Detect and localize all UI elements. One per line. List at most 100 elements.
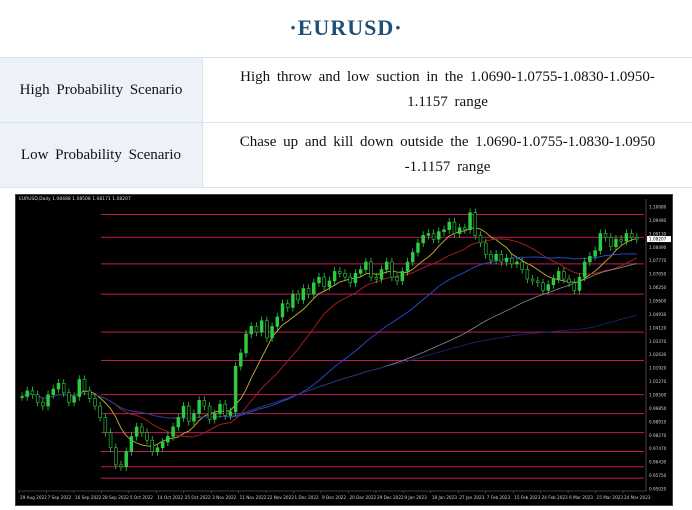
candle-body <box>598 233 603 251</box>
y-tick-label: 1.09130 <box>649 231 667 236</box>
candle-body <box>259 320 264 333</box>
candle-body <box>609 237 613 248</box>
y-tick-label: 0.98910 <box>649 419 667 424</box>
candle-body <box>577 276 582 291</box>
candle-body <box>233 365 238 413</box>
candle-body <box>562 271 566 280</box>
candle-body <box>301 288 306 301</box>
candle-body <box>431 233 436 240</box>
candle-body <box>61 383 66 394</box>
scenario-table: High Probability Scenario High throw and… <box>0 57 692 188</box>
table-row: Low Probability Scenario Chase up and ki… <box>0 122 692 188</box>
chart-symbol-header: EURUSD,Daily 1.08488 1.08508 1.08171 1.0… <box>19 197 131 202</box>
candle-body <box>494 254 498 261</box>
candle-body <box>285 303 290 308</box>
x-tick-label: 15 Mar 2023 <box>597 495 624 500</box>
candle-body <box>473 212 478 236</box>
candle-body <box>103 417 108 433</box>
candle-body <box>400 271 405 282</box>
x-tick-label: 27 Jan 2023 <box>459 495 484 500</box>
candle-body <box>556 271 561 280</box>
x-tick-label: 7 Sep 2022 <box>47 495 71 500</box>
candle-body <box>114 447 118 466</box>
candle-body <box>244 333 248 354</box>
scenario-line: High throw and low suction in the 1.0690… <box>240 69 655 85</box>
candlestick-chart[interactable]: 1.10080 1.09490 1.09130 1.08490 1.07770 1.070… <box>16 195 672 505</box>
x-tick-label: 18 Jan 2023 <box>432 495 457 500</box>
candle-body <box>155 447 160 452</box>
candle-body <box>166 436 170 443</box>
x-tick-label: 28 Sep 2022 <box>102 495 129 500</box>
candle-body <box>457 227 462 234</box>
x-tick-label: 6 Mar 2023 <box>569 495 593 500</box>
candle-body <box>108 432 113 449</box>
scenario-line: -1.1157 range <box>404 159 491 175</box>
candle-body <box>171 426 175 437</box>
candle-body <box>348 276 352 284</box>
candle-body <box>426 233 431 236</box>
candle-body <box>280 303 285 318</box>
y-tick-label: 1.08490 <box>649 245 667 250</box>
candle-body <box>254 326 259 333</box>
page-title: ·EURUSD· <box>289 15 403 40</box>
candle-body <box>541 282 545 291</box>
x-tick-label: 29 Aug 2022 <box>20 495 47 500</box>
y-tick-label: 1.01920 <box>649 366 667 371</box>
candle-body <box>82 379 87 392</box>
candle-body <box>390 261 394 278</box>
x-tick-label: 22 Nov 2022 <box>267 495 294 500</box>
x-tick-label: 9 Dec 2022 <box>322 495 346 500</box>
candle-body <box>176 417 181 428</box>
candle-body <box>275 316 280 327</box>
candle-body <box>20 396 24 398</box>
candle-body <box>332 271 337 282</box>
x-tick-label: 5 Oct 2022 <box>130 495 154 500</box>
candle-body <box>202 400 207 407</box>
candle-body <box>536 280 540 284</box>
price-chart[interactable]: 1.10080 1.09490 1.09130 1.08490 1.07770 1.070… <box>15 194 673 506</box>
candle-body <box>567 278 571 284</box>
y-tick-label: 1.07050 <box>649 272 667 277</box>
x-tick-label: 9 Jan 2023 <box>404 495 427 500</box>
candle-body <box>635 237 639 240</box>
candle-body <box>343 273 347 278</box>
y-tick-label: 1.03370 <box>649 339 667 344</box>
candle-body <box>624 233 629 242</box>
last-price-label: 1.08207 <box>649 237 667 242</box>
candle-body <box>468 212 472 231</box>
y-tick-label: 1.06250 <box>649 285 667 290</box>
candle-body <box>411 252 415 263</box>
y-tick-label: 1.04120 <box>649 325 667 330</box>
x-tick-label: 7 Feb 2023 <box>487 495 511 500</box>
candle-body <box>463 227 467 231</box>
candle-body <box>384 261 389 270</box>
x-tick-label: 20 Dec 2022 <box>349 495 376 500</box>
scenario-label: Low Probability Scenario <box>0 122 203 188</box>
candle-body <box>338 271 342 274</box>
y-tick-label: 1.09490 <box>649 218 667 223</box>
x-tick-label: 16 Sep 2022 <box>75 495 102 500</box>
candle-body <box>442 229 446 232</box>
candle-body <box>327 280 332 287</box>
y-tick-label: 1.04930 <box>649 312 667 317</box>
candle-body <box>499 254 504 263</box>
candle-body <box>306 288 311 295</box>
candle-body <box>51 388 55 395</box>
y-tick-label: 0.99850 <box>649 406 667 411</box>
candle-body <box>192 413 196 422</box>
candle-body <box>437 231 441 240</box>
candle-body <box>515 261 519 265</box>
candle-body <box>369 261 373 278</box>
candle-body <box>379 269 384 280</box>
candle-body <box>181 405 186 418</box>
candle-body <box>478 235 483 244</box>
candle-body <box>150 439 154 452</box>
y-tick-label: 0.95020 <box>649 487 667 492</box>
scenario-label: High Probability Scenario <box>0 57 203 123</box>
candle-body <box>119 464 123 468</box>
scenario-description: Chase up and kill down outside the 1.069… <box>202 122 692 188</box>
candle-body <box>629 233 634 238</box>
candle-body <box>603 233 608 238</box>
candle-body <box>452 221 457 234</box>
candle-body <box>223 403 227 416</box>
